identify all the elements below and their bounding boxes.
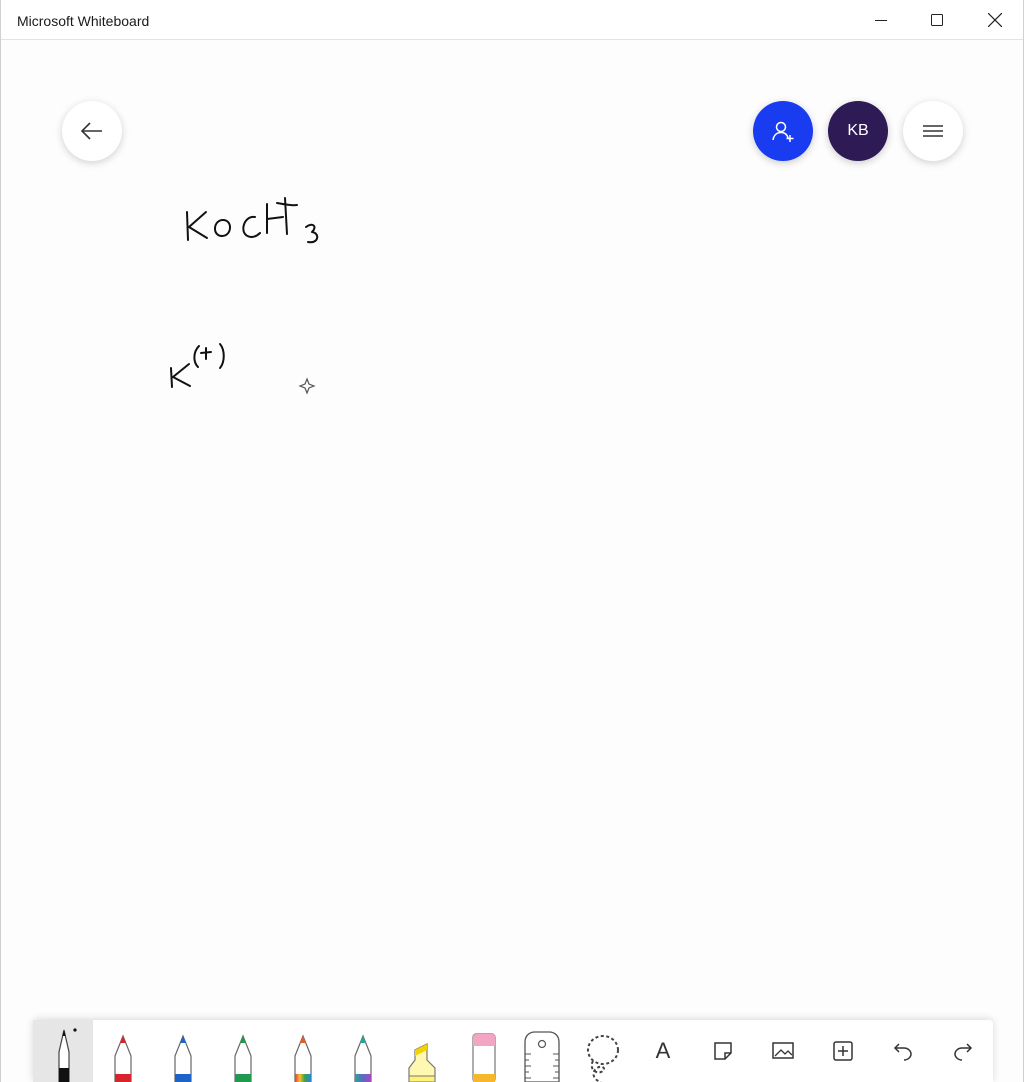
inking-toolbar: A xyxy=(33,1020,993,1082)
invite-button[interactable] xyxy=(753,101,813,161)
green-pen-tool[interactable] xyxy=(213,1020,273,1082)
back-button[interactable] xyxy=(62,101,122,161)
add-box-icon xyxy=(833,1041,853,1061)
rainbow-pen-tool[interactable] xyxy=(273,1020,333,1082)
note-tool[interactable] xyxy=(693,1020,753,1082)
redo-button[interactable] xyxy=(933,1020,993,1082)
highlighter-tool[interactable] xyxy=(393,1020,453,1082)
eraser-tool[interactable] xyxy=(453,1020,513,1082)
lasso-tool[interactable] xyxy=(573,1020,633,1082)
app-window: Microsoft Whiteboard KB A xyxy=(0,0,1024,1082)
avatar-initials: KB xyxy=(847,122,869,139)
galaxy-pen-tool[interactable] xyxy=(333,1020,393,1082)
image-tool[interactable] xyxy=(753,1020,813,1082)
ink-layer xyxy=(170,197,319,395)
ink-line-k-plus xyxy=(170,343,225,388)
arrow-left-icon xyxy=(80,122,102,140)
add-person-icon xyxy=(772,121,794,142)
undo-button[interactable] xyxy=(873,1020,933,1082)
menu-button[interactable] xyxy=(903,101,963,161)
blue-pen-icon xyxy=(174,1034,192,1082)
galaxy-pen-icon xyxy=(354,1034,372,1082)
redo-icon xyxy=(954,1043,973,1061)
eraser-icon xyxy=(472,1033,496,1082)
lasso-icon xyxy=(587,1035,619,1082)
ruler-icon xyxy=(524,1031,560,1082)
highlighter-icon xyxy=(408,1043,436,1082)
hamburger-menu-icon xyxy=(923,125,943,137)
image-icon xyxy=(772,1042,794,1059)
cursor-sparkle xyxy=(298,377,316,395)
text-tool[interactable]: A xyxy=(633,1020,693,1082)
ink-line-koch3 xyxy=(186,197,319,244)
black-pen-tool[interactable] xyxy=(33,1020,93,1082)
insert-tool[interactable] xyxy=(813,1020,873,1082)
user-avatar[interactable]: KB xyxy=(828,101,888,161)
black-pen-icon xyxy=(58,1028,77,1082)
undo-icon xyxy=(893,1043,912,1061)
red-pen-tool[interactable] xyxy=(93,1020,153,1082)
text-tool-label: A xyxy=(655,1038,671,1063)
blue-pen-tool[interactable] xyxy=(153,1020,213,1082)
green-pen-icon xyxy=(234,1034,252,1082)
red-pen-icon xyxy=(114,1034,132,1082)
rainbow-pen-icon xyxy=(294,1034,312,1082)
sticky-note-icon xyxy=(714,1042,732,1060)
ruler-tool[interactable] xyxy=(513,1020,573,1082)
